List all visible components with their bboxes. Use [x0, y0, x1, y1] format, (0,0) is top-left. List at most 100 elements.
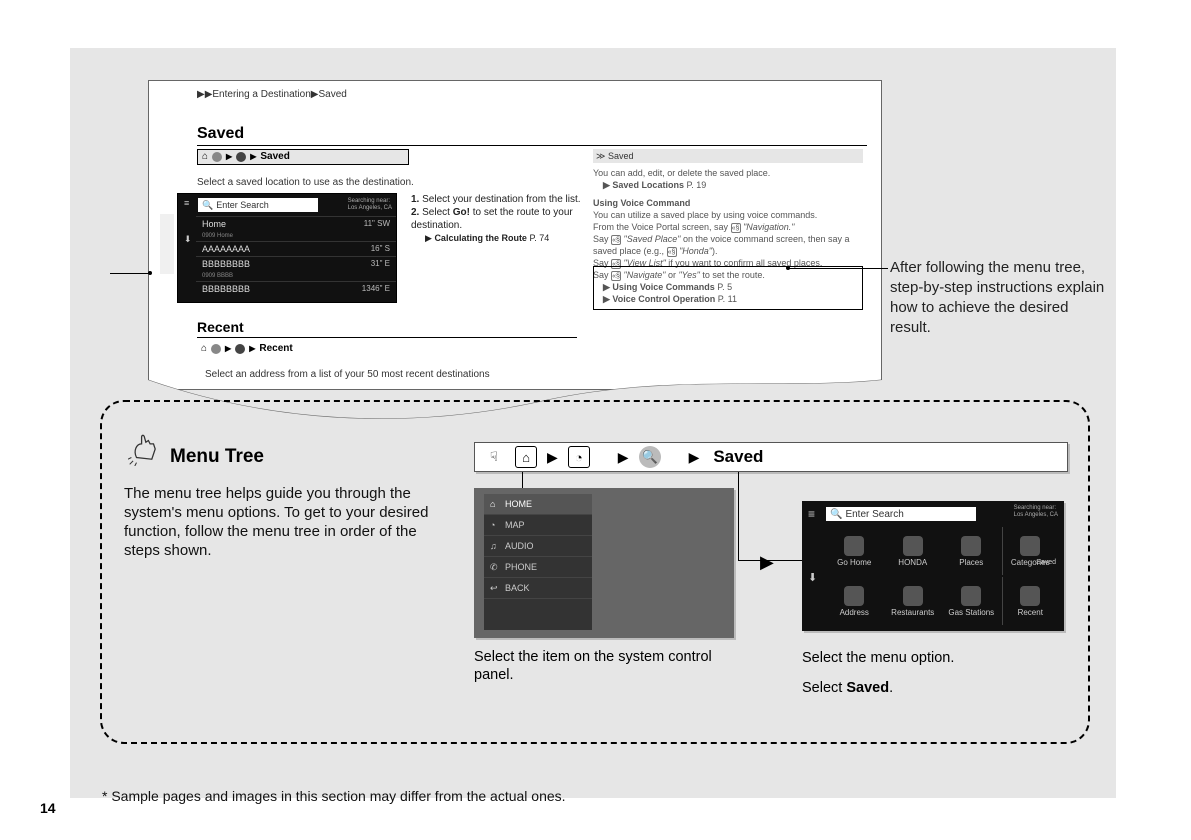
tree-leaf-label: Saved: [260, 150, 289, 164]
step-list: 1. Select your destination from the list…: [411, 193, 581, 245]
searching-near: Searching near: Los Angeles, CA: [1014, 505, 1058, 519]
side-header: ≫ Saved: [593, 149, 863, 163]
voice-icon: «§: [611, 235, 621, 245]
search-icon: [236, 152, 246, 162]
home-icon: ⌂: [202, 150, 208, 164]
section-title-saved: Saved: [197, 125, 867, 146]
search-placeholder: Enter Search: [216, 198, 269, 212]
nav-icon: [211, 344, 221, 354]
home-icon: ⌂: [490, 499, 500, 509]
callout-leader: [788, 268, 888, 269]
menu-icon: ≡: [808, 507, 815, 521]
page-number: 14: [40, 800, 56, 816]
cp-item-audio: ♫AUDIO: [484, 536, 592, 557]
nm-item: Gas Stations: [943, 577, 1000, 625]
search-icon: 🔍: [830, 509, 842, 520]
nav-search-box: 🔍 Enter Search: [198, 198, 318, 212]
address-icon: [844, 586, 864, 606]
hand-pointer-icon: [128, 432, 162, 466]
cp-item-phone: ✆PHONE: [484, 557, 592, 578]
down-arrow-icon: ⬇: [184, 234, 192, 245]
section-title-recent: Recent: [197, 319, 577, 338]
nav-screenshot-saved: ≡ 🔍 Enter Search Searching near: Los Ang…: [177, 193, 397, 303]
pin-icon: [961, 536, 981, 556]
list-item: BBBBBBBB0909 BBBB 31" E: [196, 256, 396, 281]
triangle-icon: ▶: [225, 342, 231, 356]
breadcrumb: ▶▶Entering a Destination▶Saved: [197, 89, 347, 100]
phone-icon: ✆: [490, 562, 500, 572]
voice-icon: «§: [667, 247, 677, 257]
menu-tree-bar-saved: ⌂ ▶ ▶ Saved: [197, 149, 409, 165]
audio-icon: ♫: [490, 541, 500, 551]
cp-item-home: ⌂HOME: [484, 494, 592, 515]
triangle-icon: ▶: [249, 342, 255, 356]
nm-caption1: Select the menu option.: [802, 648, 1064, 668]
back-icon: ↩: [490, 583, 500, 593]
footnote: * Sample pages and images in this sectio…: [102, 788, 566, 804]
home-icon: ⌂: [201, 342, 207, 356]
tree-leaf-label: Saved: [713, 447, 763, 467]
link-icon: ▶: [425, 233, 432, 243]
search-icon: 🔍: [202, 198, 213, 212]
map-icon: ◔: [490, 520, 500, 530]
nm-item: Categories: [1002, 527, 1059, 575]
nm-item: Recent: [1002, 577, 1059, 625]
nm-item: Places: [943, 527, 1000, 575]
cp-item-back: ↩BACK: [484, 578, 592, 599]
triangle-icon: ▶: [226, 150, 232, 164]
list-item: AAAAAAAA 16" S: [196, 241, 396, 256]
callout-leader-left: [110, 273, 148, 274]
highlight-box: [593, 266, 863, 310]
saved-badge: Saved: [1036, 559, 1056, 566]
nav-tab: [160, 214, 174, 274]
nav-menu-screenshot: ≡ 🔍 Enter Search Searching near: Los Ang…: [802, 501, 1064, 631]
nm-item: HONDA: [885, 527, 942, 575]
menu-tree-body: The menu tree helps guide you through th…: [124, 484, 454, 560]
manual-page-box: ▶▶Entering a Destination▶Saved Saved ⌂ ▶…: [148, 80, 882, 390]
triangle-icon: ▶: [547, 449, 558, 466]
triangle-icon: ▶: [250, 150, 256, 164]
cp-item-map: ◔MAP: [484, 515, 592, 536]
triangle-icon: ▶: [760, 552, 774, 573]
voice-icon: «§: [731, 223, 741, 233]
dashed-panel: Menu Tree The menu tree helps guide you …: [100, 400, 1090, 744]
finger-icon: ☟: [483, 446, 505, 468]
callout-anchor: [786, 266, 790, 270]
restaurants-icon: [903, 586, 923, 606]
menu-icon: ≡: [184, 198, 189, 208]
nav-map-icon: ◔: [568, 446, 590, 468]
menu-tree-title: Menu Tree: [170, 446, 264, 468]
ref-link: ▶ Saved Locations P. 19: [593, 179, 863, 191]
recent-subtitle: Select an address from a list of your 50…: [205, 369, 490, 380]
callout-anchor: [148, 271, 152, 275]
cp-caption: Select the item on the system control pa…: [474, 648, 734, 684]
recent-icon: [1020, 586, 1040, 606]
tree-leaf-label: Recent: [259, 342, 292, 356]
leader-line: [738, 472, 739, 560]
callout-text: After following the menu tree, step-by-s…: [890, 258, 1110, 338]
searching-near: Searching near: Los Angeles, CA: [348, 198, 392, 212]
home-icon: ⌂: [515, 446, 537, 468]
triangle-icon: ▶: [618, 449, 629, 466]
nm-item: Address: [826, 577, 883, 625]
control-panel-screenshot: ⌂HOME ◔MAP ♫AUDIO ✆PHONE ↩BACK: [474, 488, 734, 638]
list-item: BBBBBBBB 1346" E: [196, 281, 396, 296]
saved-subtitle: Select a saved location to use as the de…: [197, 177, 414, 188]
down-arrow-icon: ⬇: [808, 571, 817, 584]
page-background: ▶▶Entering a Destination▶Saved Saved ⌂ ▶…: [70, 48, 1116, 798]
honda-icon: [903, 536, 923, 556]
triangle-icon: ▶: [689, 449, 700, 466]
nav-icon: [212, 152, 222, 162]
nm-caption2: Select Saved.: [802, 680, 893, 696]
home-icon: [844, 536, 864, 556]
search-icon: [235, 344, 245, 354]
search-icon: 🔍: [639, 446, 661, 468]
menu-tree-bar: ☟ ⌂ ▶ ◔ ▶ 🔍 ▶ Saved: [474, 442, 1068, 472]
menu-tree-bar-recent: ⌂ ▶ ▶ Recent: [197, 341, 409, 357]
nm-item: Restaurants: [885, 577, 942, 625]
nav-search-box: 🔍 Enter Search: [826, 507, 976, 521]
nm-item: Go Home: [826, 527, 883, 575]
categories-icon: [1020, 536, 1040, 556]
list-item: Home0909 Home 11" SW: [196, 216, 396, 241]
gas-icon: [961, 586, 981, 606]
